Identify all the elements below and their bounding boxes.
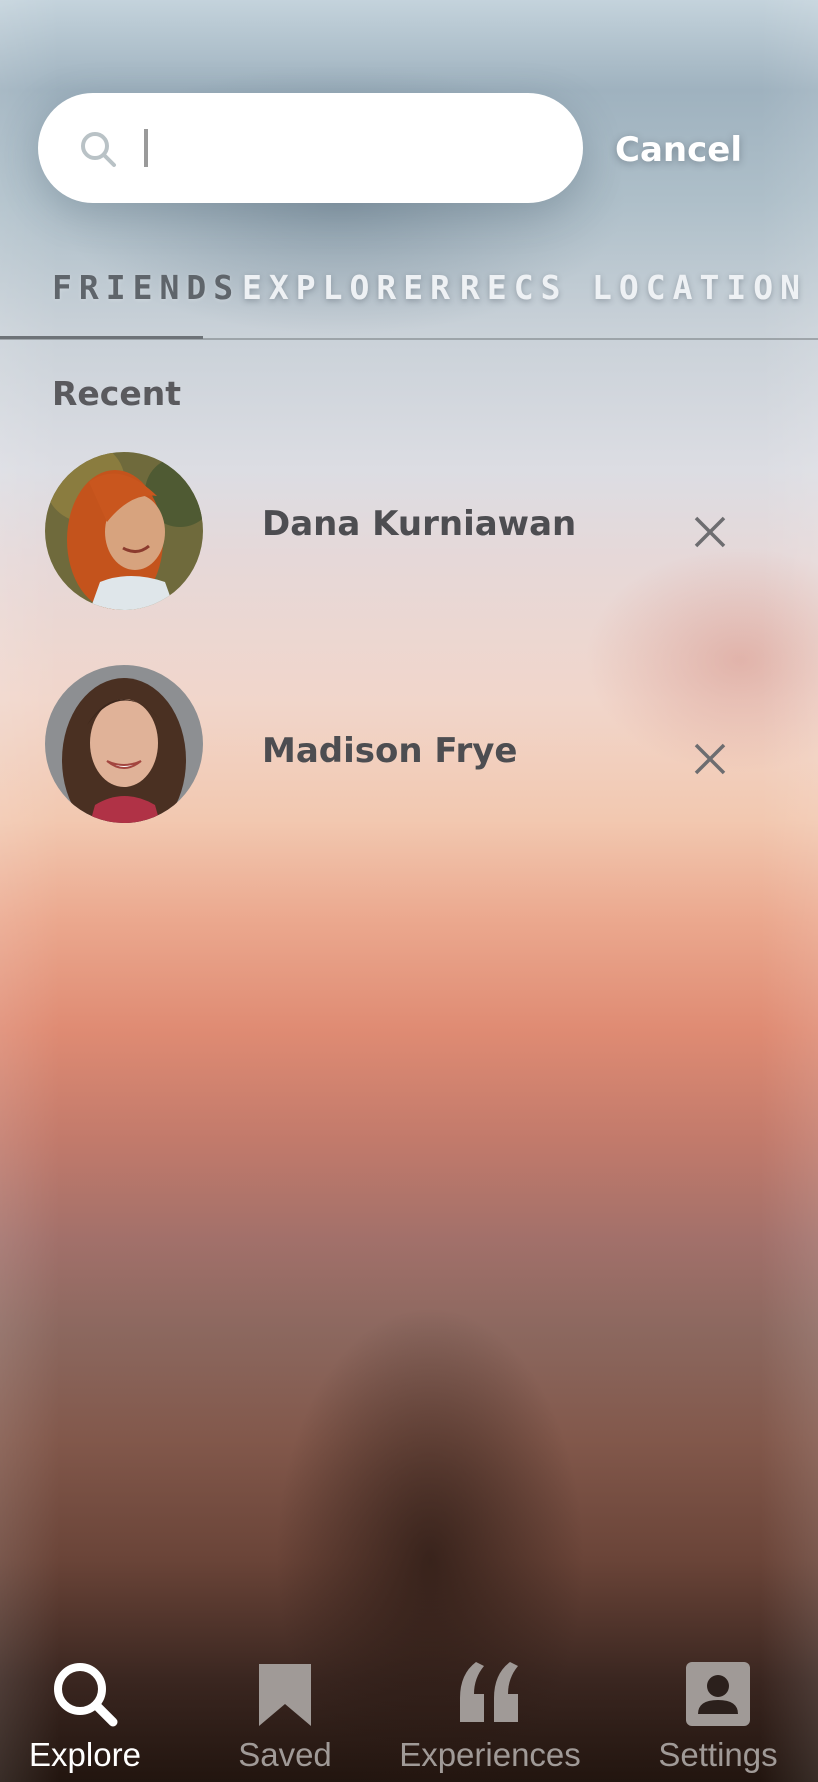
nav-explore[interactable]: Explore <box>10 1640 160 1782</box>
active-tab-indicator <box>0 336 203 339</box>
tab-recs[interactable]: RECS <box>460 268 567 307</box>
nav-label: Settings <box>658 1736 778 1773</box>
avatar <box>45 452 203 610</box>
tab-friends[interactable]: FRIENDS <box>52 268 240 307</box>
nav-settings[interactable]: Settings <box>640 1640 796 1782</box>
search-icon <box>54 1663 118 1727</box>
bookmark-icon <box>259 1664 311 1726</box>
nav-label: Explore <box>29 1736 141 1773</box>
nav-saved[interactable]: Saved <box>210 1640 360 1782</box>
search-icon <box>81 132 116 167</box>
close-icon[interactable] <box>690 739 730 779</box>
list-item[interactable]: Madison Frye <box>0 665 818 825</box>
contact-name: Dana Kurniawan <box>262 504 577 544</box>
avatar <box>45 665 203 823</box>
close-icon[interactable] <box>690 512 730 552</box>
tab-explorer[interactable]: EXPLORER <box>242 268 457 307</box>
tab-bar: FRIENDS EXPLORER RECS LOCATION <box>0 262 818 342</box>
list-item[interactable]: Dana Kurniawan <box>0 452 818 612</box>
tab-location[interactable]: LOCATION <box>592 268 807 307</box>
contact-name: Madison Frye <box>262 731 518 771</box>
section-title: Recent <box>52 374 182 413</box>
quote-icon <box>460 1662 518 1722</box>
profile-icon <box>686 1662 750 1726</box>
search-input[interactable] <box>136 93 560 205</box>
nav-experiences[interactable]: Experiences <box>395 1640 585 1782</box>
bottom-navigation: Explore Saved Experiences Settings <box>0 1640 818 1782</box>
search-bar[interactable] <box>38 93 583 205</box>
nav-label: Experiences <box>399 1736 581 1773</box>
nav-label: Saved <box>238 1736 332 1773</box>
cancel-button[interactable]: Cancel <box>615 130 800 170</box>
